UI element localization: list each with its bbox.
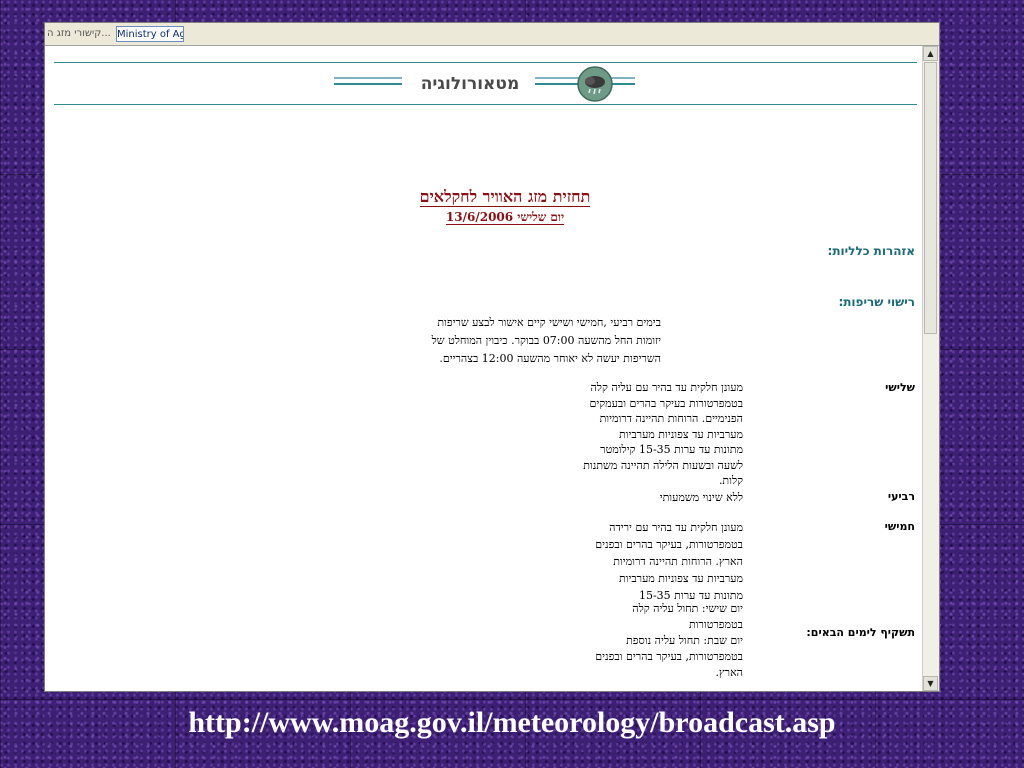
banner-stripe (334, 77, 402, 79)
text-line: בטמפרטורות, בעיקר בהרים ובפנים (595, 538, 743, 551)
text-line: מעונן חלקית עד בהיר עם ירידה (609, 521, 743, 534)
vertical-scrollbar[interactable]: ▲ ▼ (922, 46, 939, 691)
text-line: מערביות עד צפוניות מערביות (618, 427, 743, 441)
day-label-tuesday: שלישי (885, 381, 915, 394)
scrollbar-thumb[interactable] (924, 62, 937, 334)
day-forecast-thursday: מעונן חלקית עד בהיר עם ירידה בטמפרטורות,… (543, 519, 743, 604)
text-line: מתונות עד ערות 15-35 קילומטר (600, 443, 743, 456)
text-line: מעונן חלקית עד בהיר עם עליה קלה (590, 381, 743, 394)
general-warnings-heading: אזהרות כלליות: (827, 244, 915, 258)
day-forecast-outlook: יום שישי: תחול עליה קלה בטמפרטורות יום ש… (543, 601, 743, 681)
day-label-wednesday: רביעי (887, 490, 915, 503)
day-forecast-wednesday: ללא שינוי משמעותי (543, 490, 743, 506)
text-line: לשעה ובשעות הלילה תהיינה משתנות (583, 458, 743, 472)
banner-stripe (334, 83, 402, 85)
weather-cloud-icon (577, 66, 613, 102)
text-line: בימים רביעי ,חמישי ושישי קיים אישור לבצע… (437, 316, 661, 329)
text-line: יום שבת: תחול עליה נוספת (626, 634, 743, 647)
day-label-thursday: חמישי (884, 520, 915, 533)
text-line: מערביות עד צפוניות מערביות (618, 572, 743, 585)
header-rule-bottom (54, 104, 917, 105)
site-title: מטאורולוגיה (420, 74, 520, 94)
text-line: בטמפרטורות בעיקר בהרים ובעמקים (589, 396, 743, 410)
text-line: הפנימיים. הרוחות תהיינה דרומיות (599, 412, 743, 425)
text-line: הארץ. הרוחות תהיינה דרומיות (613, 555, 743, 568)
source-url: http://www.moag.gov.il/meteorology/broad… (188, 706, 836, 739)
text-line: הארץ. (715, 666, 743, 679)
arrow-up-icon[interactable]: ▲ (923, 46, 938, 61)
text-line: ללא שינוי משמעותי (659, 491, 743, 504)
text-line: יום שישי: תחול עליה קלה (632, 602, 743, 615)
day-label-outlook: תשקיף לימים הבאים: (806, 626, 915, 639)
tab-bar: קישורי מזג ה... Ministry of Agr (45, 23, 939, 46)
burn-permits-text: בימים רביעי ,חמישי ושישי קיים אישור לבצע… (361, 314, 661, 368)
arrow-down-icon[interactable]: ▼ (923, 676, 938, 691)
burn-permits-heading: רישוי שריפות: (838, 295, 915, 309)
text-line: בטמפרטורות (688, 618, 743, 631)
browser-window: קישורי מזג ה... Ministry of Agr מטאורולו… (44, 22, 940, 692)
page-content: מטאורולוגיה תחזית מזג האוויר לחקלאים יום… (45, 46, 923, 691)
text-line: קלות. (718, 474, 743, 487)
text-line: השריפות יעשה לא יאוחר מהשעה 12:00 בצהריי… (439, 352, 661, 365)
forecast-date: יום שלישי 13/6/2006 (305, 210, 705, 225)
forecast-date-text: יום שלישי 13/6/2006 (445, 210, 565, 225)
text-line: בטמפרטורות, בעיקר בהרים ובפנים (595, 650, 743, 663)
text-line: יזומות החל מהשעה 07:00 בבוקר. כיבוין המו… (431, 334, 661, 347)
forecast-title-text: תחזית מזג האוויר לחקלאים (419, 187, 591, 207)
tab-weather-links[interactable]: קישורי מזג ה... (47, 26, 115, 42)
day-forecast-tuesday: מעונן חלקית עד בהיר עם עליה קלה בטמפרטור… (543, 380, 743, 489)
forecast-title: תחזית מזג האוויר לחקלאים (305, 187, 705, 207)
header-rule-top (54, 62, 917, 63)
tab-ministry-of-agriculture[interactable]: Ministry of Agr (116, 26, 184, 42)
